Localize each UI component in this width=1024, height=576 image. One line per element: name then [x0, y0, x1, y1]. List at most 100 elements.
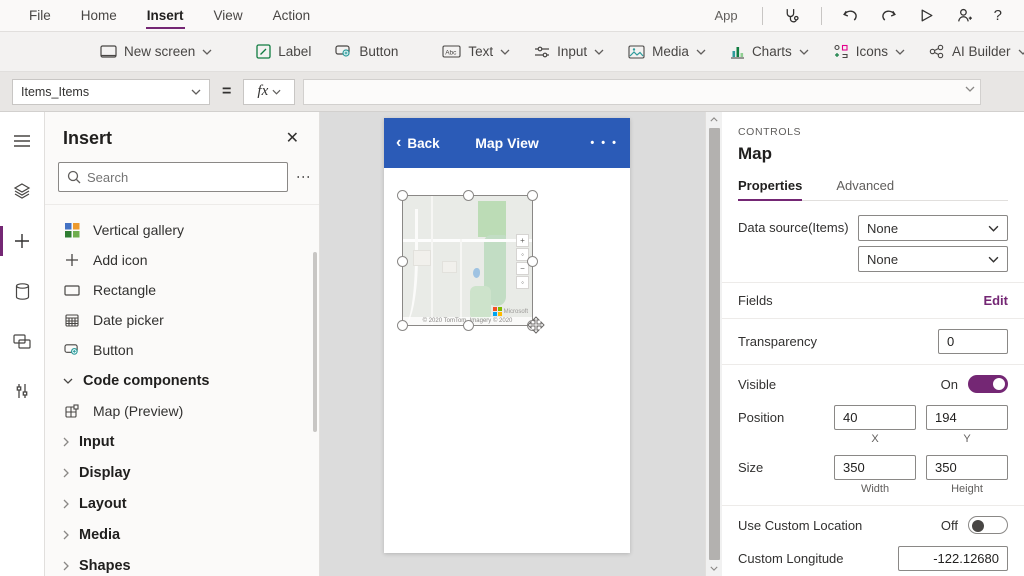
- search-input[interactable]: [87, 170, 279, 185]
- map-compass-button[interactable]: ◦: [516, 276, 529, 289]
- redo-icon[interactable]: [880, 7, 898, 25]
- menu-insert[interactable]: Insert: [146, 4, 185, 27]
- canvas[interactable]: ‹ Back Map View • • •: [320, 112, 705, 576]
- menu-file[interactable]: File: [28, 4, 52, 27]
- section-shapes[interactable]: Shapes: [45, 550, 319, 576]
- insert-item-add-icon[interactable]: Add icon: [45, 245, 319, 275]
- insert-item-map-preview[interactable]: Map (Preview): [45, 396, 319, 426]
- ellipsis-icon[interactable]: • • •: [590, 137, 618, 149]
- resize-handle-nw[interactable]: [397, 190, 408, 201]
- back-button[interactable]: ‹ Back: [396, 135, 440, 151]
- section-layout[interactable]: Layout: [45, 488, 319, 519]
- powerapps-studio: File Home Insert View Action App: [0, 0, 1024, 576]
- section-input[interactable]: Input: [45, 426, 319, 457]
- size-width-input[interactable]: [834, 455, 916, 480]
- resize-handle-s[interactable]: [463, 320, 474, 331]
- map-park: [470, 286, 491, 320]
- more-icon[interactable]: ⋮: [296, 170, 311, 185]
- tab-properties[interactable]: Properties: [738, 178, 802, 200]
- insert-item-rectangle[interactable]: Rectangle: [45, 275, 319, 305]
- app-screen[interactable]: ‹ Back Map View • • •: [384, 118, 630, 553]
- section-display[interactable]: Display: [45, 457, 319, 488]
- transparency-input[interactable]: [938, 329, 1008, 354]
- properties-scrollbar[interactable]: [705, 112, 722, 576]
- icons-icon: [833, 44, 849, 59]
- resize-handle-ne[interactable]: [527, 190, 538, 201]
- data-source-label: Data source(Items): [738, 220, 849, 235]
- visible-toggle[interactable]: [968, 375, 1008, 393]
- map-surface: + ◦ − ◦ Microsoft © 2020 TomTom, Imagery…: [403, 196, 532, 325]
- resize-handle-sw[interactable]: [397, 320, 408, 331]
- media-dropdown[interactable]: Media: [616, 32, 718, 71]
- insert-item-button[interactable]: Button: [45, 335, 319, 365]
- size-height-input[interactable]: [926, 455, 1008, 480]
- data-source-select-1[interactable]: None: [858, 215, 1008, 241]
- close-icon[interactable]: ✕: [280, 126, 305, 150]
- scroll-up-icon[interactable]: [710, 112, 718, 127]
- menu-action[interactable]: Action: [272, 4, 312, 27]
- section-label: Media: [79, 527, 120, 543]
- ai-builder-dropdown[interactable]: AI Builder: [917, 32, 1024, 71]
- hamburger-icon[interactable]: [0, 128, 45, 154]
- chevron-down-icon: [799, 49, 809, 55]
- icons-dropdown[interactable]: Icons: [821, 32, 917, 71]
- fields-edit-button[interactable]: Edit: [983, 293, 1008, 308]
- undo-icon[interactable]: [842, 7, 860, 25]
- custom-location-state: Off: [941, 518, 958, 533]
- database-icon[interactable]: [0, 278, 45, 304]
- section-media[interactable]: Media: [45, 519, 319, 550]
- calendar-icon: [63, 313, 81, 327]
- chevron-right-icon: [63, 468, 69, 478]
- size-height-label: Height: [951, 483, 983, 495]
- scroll-down-icon[interactable]: [710, 561, 718, 576]
- size-label: Size: [738, 460, 763, 475]
- resize-handle-n[interactable]: [463, 190, 474, 201]
- tab-advanced[interactable]: Advanced: [836, 178, 894, 200]
- custom-longitude-input[interactable]: [898, 546, 1008, 571]
- person-add-icon[interactable]: [956, 7, 974, 25]
- screens-icon[interactable]: [0, 328, 45, 354]
- section-code-components[interactable]: Code components: [45, 365, 319, 396]
- ai-builder-icon: [929, 44, 945, 59]
- input-dropdown[interactable]: Input: [522, 32, 616, 71]
- text-dropdown[interactable]: Abc Text: [430, 32, 522, 71]
- insert-item-date-picker[interactable]: Date picker: [45, 305, 319, 335]
- map-zoom-in-button[interactable]: +: [516, 234, 529, 247]
- charts-dropdown[interactable]: Charts: [718, 32, 821, 71]
- insert-rail-button[interactable]: [0, 228, 45, 254]
- app-label: App: [715, 8, 738, 23]
- menu-home[interactable]: Home: [80, 4, 118, 27]
- insert-panel-title: Insert: [63, 128, 112, 149]
- scrollbar-thumb[interactable]: [709, 128, 720, 560]
- tools-icon[interactable]: [0, 378, 45, 404]
- resize-handle-e[interactable]: [527, 256, 538, 267]
- chevron-left-icon: ‹: [396, 135, 401, 151]
- text-icon: Abc: [442, 45, 461, 58]
- fx-dropdown[interactable]: fx: [243, 79, 295, 105]
- label-button[interactable]: Label: [244, 32, 323, 71]
- data-source-select-2[interactable]: None: [858, 246, 1008, 272]
- new-screen-button[interactable]: New screen: [88, 32, 224, 71]
- chevron-down-icon: [696, 49, 706, 55]
- map-control[interactable]: + ◦ − ◦ Microsoft © 2020 TomTom, Imagery…: [402, 195, 533, 326]
- play-icon[interactable]: [918, 7, 936, 25]
- use-custom-location-label: Use Custom Location: [738, 518, 862, 533]
- property-selector[interactable]: Items_Items: [12, 79, 210, 105]
- insert-item-vertical-gallery[interactable]: Vertical gallery: [45, 215, 319, 245]
- size-width-label: Width: [861, 483, 889, 495]
- formula-input[interactable]: [303, 79, 981, 105]
- custom-location-toggle[interactable]: [968, 516, 1008, 534]
- position-y-input[interactable]: [926, 405, 1008, 430]
- layers-icon[interactable]: [0, 178, 45, 204]
- search-box[interactable]: [58, 162, 288, 192]
- help-icon[interactable]: ?: [994, 7, 1002, 24]
- stethoscope-icon[interactable]: [783, 7, 801, 25]
- divider: [762, 7, 763, 25]
- chevron-down-icon: [965, 86, 975, 92]
- menu-view[interactable]: View: [213, 4, 244, 27]
- insert-panel-scrollbar[interactable]: [313, 252, 317, 432]
- resize-handle-w[interactable]: [397, 256, 408, 267]
- map-building: [413, 250, 431, 265]
- button-button[interactable]: Button: [323, 32, 410, 71]
- position-x-input[interactable]: [834, 405, 916, 430]
